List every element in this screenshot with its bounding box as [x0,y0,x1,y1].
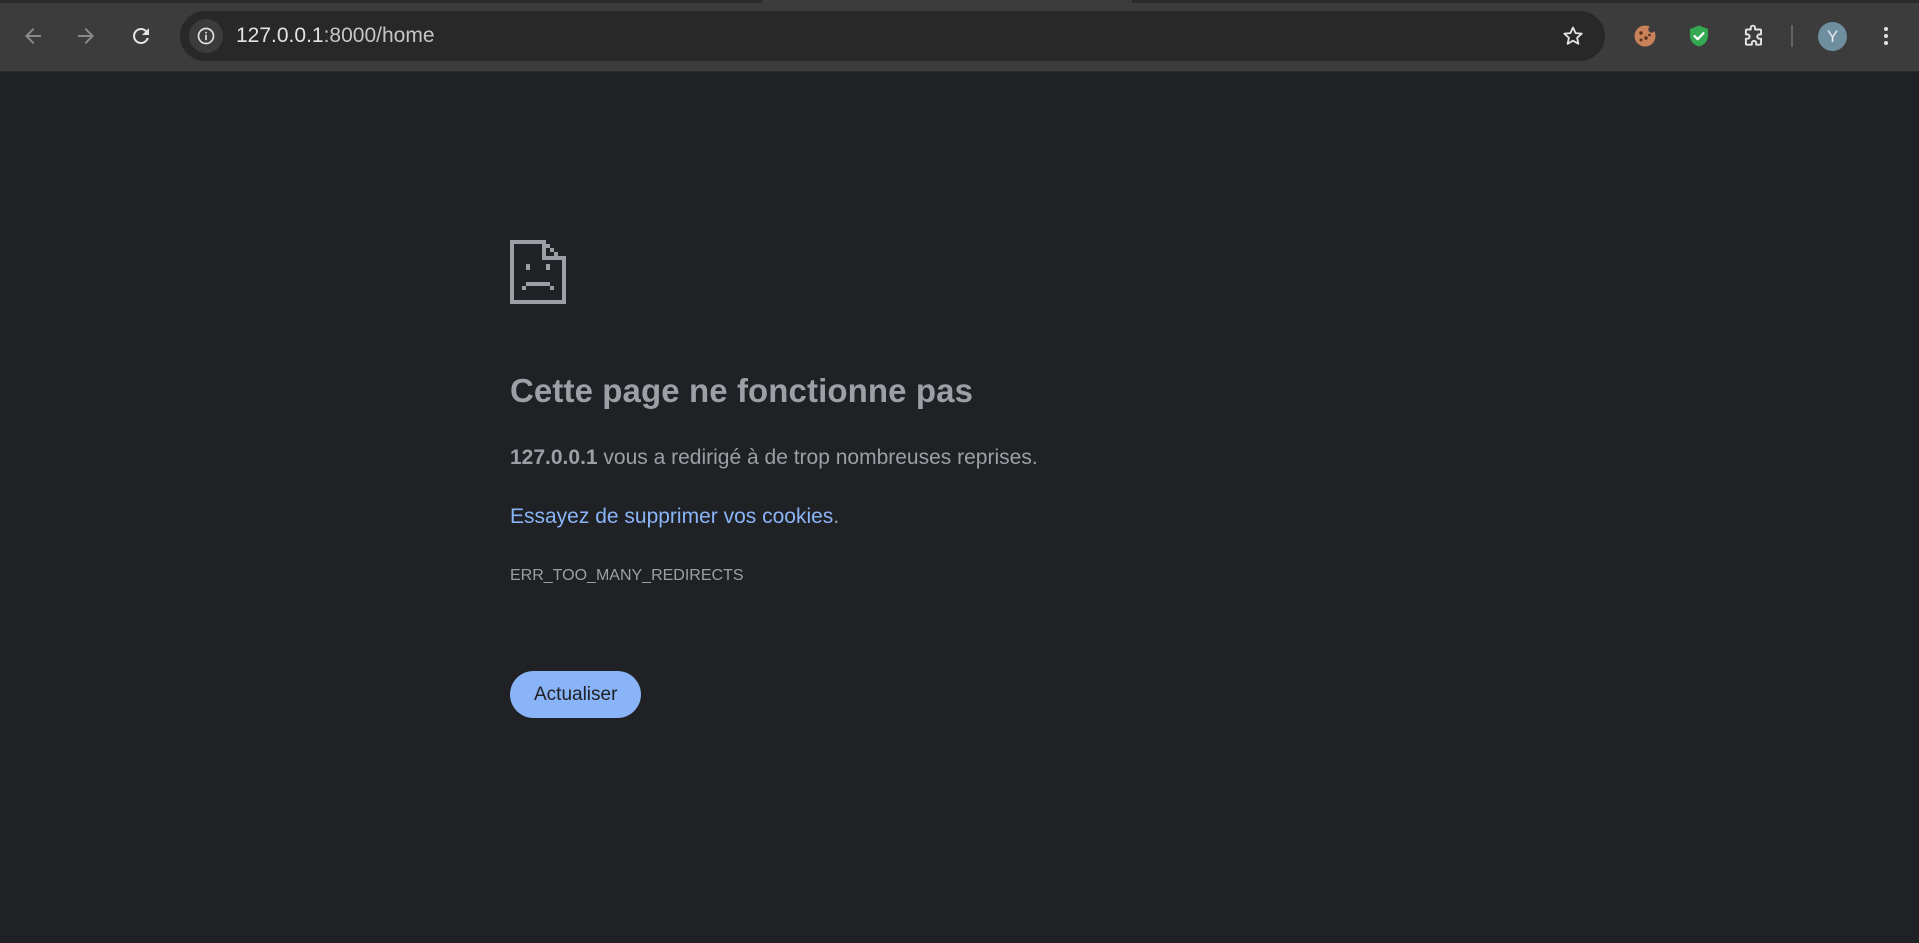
profile-avatar[interactable]: Y [1818,22,1847,51]
back-arrow-icon [25,28,41,44]
error-host: 127.0.0.1 [510,446,598,469]
forward-arrow-icon [78,28,94,44]
error-description-text: vous a redirigé à de trop nombreuses rep… [597,446,1038,469]
error-code: ERR_TOO_MANY_REDIRECTS [510,567,744,584]
site-info-button[interactable] [189,19,223,53]
toolbar-divider [1791,25,1793,47]
error-headline: Cette page ne fonctionne pas [510,372,974,409]
bookmark-button[interactable] [1553,16,1593,56]
browser-window: 127.0.0.1:8000/home Y Cette page ne fonc… [0,0,1919,943]
browser-toolbar: 127.0.0.1:8000/home Y [0,0,1919,72]
kebab-menu-icon [1884,27,1888,45]
puzzle-icon [1744,24,1763,46]
error-description: 127.0.0.1 vous a redirigé à de trop nomb… [510,446,1038,470]
menu-button[interactable] [1866,16,1906,56]
reload-button[interactable] [121,16,161,56]
reload-icon [133,27,149,44]
active-tab-edge [762,0,1132,3]
info-icon [197,27,215,45]
extensions-button[interactable] [1734,16,1774,56]
address-bar[interactable]: 127.0.0.1:8000/home [180,11,1605,61]
url-host: 127.0.0.1 [236,24,324,47]
url-text[interactable]: 127.0.0.1:8000/home [236,11,435,61]
star-icon [1563,26,1583,45]
shield-check-icon [1690,25,1708,47]
shield-extension-button[interactable] [1679,16,1719,56]
clear-cookies-link[interactable]: Essayez de supprimer vos cookies [510,505,833,528]
tab-strip-edge [0,0,1919,3]
error-suggestion: Essayez de supprimer vos cookies. [510,505,839,529]
reload-page-button[interactable]: Actualiser [510,671,642,718]
cookie-extension-button[interactable] [1625,16,1665,56]
sad-page-icon [510,240,566,304]
forward-button[interactable] [66,16,106,56]
suggestion-period: . [833,505,840,528]
url-path: :8000/home [323,24,435,47]
cookie-icon [1634,25,1656,47]
back-button[interactable] [13,16,53,56]
